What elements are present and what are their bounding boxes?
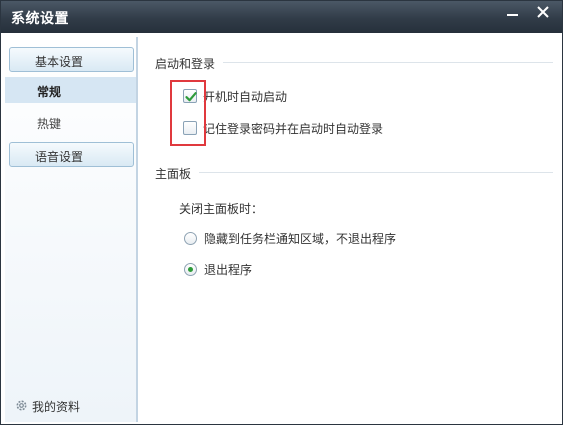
sidebar-group-basic-settings[interactable]: 基本设置 [9, 47, 134, 72]
my-profile-label: 我的资料 [32, 400, 81, 414]
my-profile-link[interactable]: 我的资料 [15, 397, 125, 415]
minimize-icon [507, 14, 518, 16]
title-bar[interactable]: 系统设置 [1, 1, 562, 33]
close-icon [537, 6, 549, 18]
sidebar: 基本设置 常规 热键 语音设置 我的资料 [5, 37, 138, 422]
radio-circle[interactable] [184, 263, 197, 276]
close-panel-question: 关闭主面板时： [179, 202, 264, 216]
sidebar-item-label: 常规 [37, 85, 62, 99]
window-title: 系统设置 [11, 11, 69, 27]
close-button[interactable] [528, 1, 558, 25]
remember-password-label: 记住登录密码并在启动时自动登录 [203, 122, 384, 136]
minimize-button[interactable] [498, 1, 528, 25]
exit-program-label: 退出程序 [204, 263, 253, 277]
radio-selected-dot [188, 267, 193, 272]
sidebar-group-voice-settings[interactable]: 语音设置 [9, 142, 134, 167]
section-divider [199, 172, 553, 173]
sidebar-group-label: 语音设置 [35, 150, 84, 164]
main-panel-section-title: 主面板 [155, 167, 192, 181]
gear-icon [16, 400, 27, 411]
startup-section-title: 启动和登录 [155, 57, 216, 71]
highlight-box [170, 80, 206, 146]
settings-window: 系统设置 基本设置 常规 热键 语音设置 我的资料 启动和登录 开机时自动启动 … [0, 0, 563, 425]
sidebar-group-label: 基本设置 [35, 55, 84, 69]
sidebar-item-hotkeys[interactable]: 热键 [5, 109, 136, 135]
autostart-label: 开机时自动启动 [203, 90, 288, 104]
section-divider [223, 62, 553, 63]
sidebar-item-general[interactable]: 常规 [5, 77, 136, 103]
sidebar-item-label: 热键 [37, 117, 62, 131]
hide-to-tray-label: 隐藏到任务栏通知区域，不退出程序 [204, 232, 397, 246]
radio-circle[interactable] [184, 232, 197, 245]
